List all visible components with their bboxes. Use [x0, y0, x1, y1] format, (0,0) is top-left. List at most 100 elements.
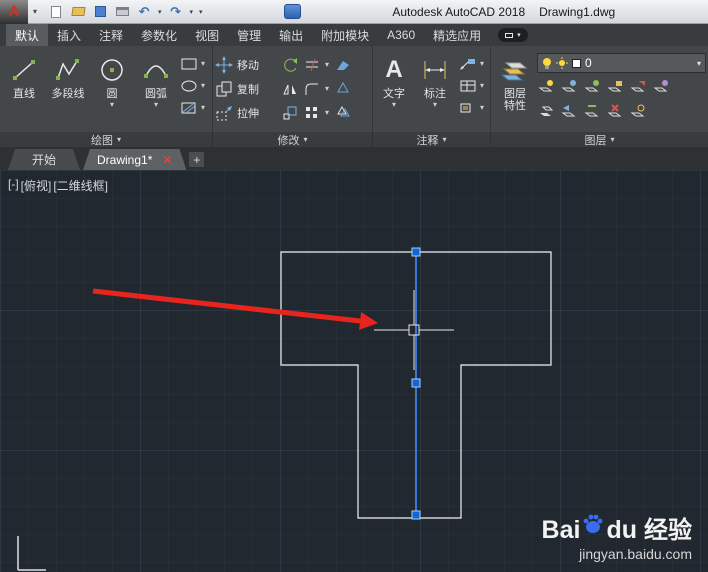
layer-settings-button[interactable]: [629, 102, 647, 120]
new-file-button[interactable]: [48, 4, 64, 20]
ucs-icon[interactable]: [17, 536, 46, 571]
layer-off-button[interactable]: [537, 78, 555, 96]
tab-featured-apps[interactable]: 精选应用: [424, 24, 490, 46]
layer-match-button[interactable]: [629, 78, 647, 96]
application-menu-caret-icon[interactable]: ▾: [33, 7, 37, 16]
redo-caret-icon[interactable]: ▾: [190, 8, 194, 16]
drawing-canvas[interactable]: [-] [俯视] [二维线框] Bai du 经验 jingyan.baidu.…: [0, 170, 708, 572]
qat-customize-caret-icon[interactable]: ▾: [199, 8, 203, 16]
viewport-menu-control[interactable]: [-]: [8, 177, 19, 194]
tab-output[interactable]: 输出: [270, 24, 312, 46]
explode-button[interactable]: [334, 79, 352, 97]
annotate-panel-expand-caret-icon[interactable]: ▾: [442, 135, 446, 144]
mirror-button[interactable]: [281, 80, 299, 98]
copy-button[interactable]: 复制: [215, 79, 281, 99]
layer-dropdown-caret-icon[interactable]: ▾: [697, 59, 701, 68]
ellipse-caret-icon[interactable]: ▾: [201, 82, 205, 90]
modify-panel-expand-caret-icon[interactable]: ▾: [303, 135, 307, 144]
draw-panel-footer[interactable]: 绘图 ▾: [0, 132, 212, 147]
layer-delete-button[interactable]: [606, 102, 624, 120]
scale-button[interactable]: [281, 104, 299, 122]
grip[interactable]: [411, 378, 421, 388]
draw-panel-expand-caret-icon[interactable]: ▾: [117, 135, 121, 144]
trim-button[interactable]: [303, 56, 321, 74]
leader-button[interactable]: ▾: [459, 55, 484, 73]
new-drawing-tab-button[interactable]: +: [189, 152, 205, 167]
file-tab-drawing1[interactable]: Drawing1* ✕: [83, 149, 186, 170]
tab-view[interactable]: 视图: [186, 24, 228, 46]
modify-panel-footer[interactable]: 修改 ▾: [212, 132, 372, 147]
annotation-style-caret-icon[interactable]: ▾: [480, 104, 484, 112]
hatch-caret-icon[interactable]: ▾: [201, 104, 205, 112]
tab-home[interactable]: 默认: [6, 24, 49, 46]
line-button[interactable]: 直线: [2, 49, 46, 130]
layer-freeze-button[interactable]: [583, 78, 601, 96]
grip[interactable]: [411, 247, 421, 257]
text-button[interactable]: A 文字 ▾: [375, 49, 413, 130]
rotate-icon: [284, 58, 297, 72]
arc-flyout-caret-icon[interactable]: ▾: [154, 101, 158, 109]
layers-panel-footer[interactable]: 图层 ▾: [490, 132, 708, 147]
circle-flyout-caret-icon[interactable]: ▾: [110, 101, 114, 109]
baidu-jingyan-watermark: Bai du 经验 jingyan.baidu.com: [542, 513, 692, 562]
array-caret-icon[interactable]: ▾: [325, 109, 329, 117]
tab-annotate[interactable]: 注释: [90, 24, 132, 46]
tab-manage[interactable]: 管理: [228, 24, 270, 46]
tab-a360[interactable]: A360: [378, 24, 424, 46]
text-caret-icon[interactable]: ▾: [392, 101, 396, 109]
layer-previous-button[interactable]: [560, 102, 578, 120]
save-button[interactable]: [92, 4, 108, 20]
rectangle-button[interactable]: ▾: [180, 55, 205, 73]
table-button[interactable]: ▾: [459, 77, 484, 95]
visual-style-control[interactable]: [二维线框]: [53, 177, 108, 194]
file-tab-start[interactable]: 开始: [8, 149, 80, 170]
fillet-button[interactable]: [303, 80, 321, 98]
trim-caret-icon[interactable]: ▾: [325, 61, 329, 69]
layer-dropdown[interactable]: 0 ▾: [537, 53, 706, 73]
tab-addins[interactable]: 附加模块: [312, 24, 378, 46]
ellipse-button[interactable]: ▾: [180, 77, 205, 95]
layers-panel-expand-caret-icon[interactable]: ▾: [610, 135, 614, 144]
annotation-style-icon: [460, 103, 471, 113]
annotate-panel-footer[interactable]: 注释 ▾: [372, 132, 490, 147]
dimension-icon: [421, 53, 449, 87]
offset-button[interactable]: [334, 102, 352, 120]
move-button[interactable]: 移动: [215, 55, 281, 75]
a360-icon[interactable]: [283, 4, 301, 19]
table-caret-icon[interactable]: ▾: [480, 82, 484, 90]
polyline-button[interactable]: 多段线: [46, 49, 90, 130]
application-menu-button[interactable]: A: [0, 0, 28, 24]
array-button[interactable]: [303, 104, 321, 122]
tab-parametric[interactable]: 参数化: [132, 24, 186, 46]
close-tab-icon[interactable]: ✕: [162, 153, 172, 167]
rotate-button[interactable]: [281, 56, 299, 74]
layer-merge-button[interactable]: [583, 102, 601, 120]
layer-properties-button[interactable]: 图层特性: [493, 49, 537, 130]
ribbon-display-toggle[interactable]: ▾: [498, 28, 528, 42]
hatch-button[interactable]: ▾: [180, 99, 205, 117]
polyline-label: 多段线: [51, 88, 85, 100]
layer-make-current-button[interactable]: [537, 102, 555, 120]
fillet-caret-icon[interactable]: ▾: [325, 85, 329, 93]
undo-button[interactable]: ↶: [136, 4, 152, 20]
open-file-button[interactable]: [70, 4, 86, 20]
arc-button[interactable]: 圆弧 ▾: [134, 49, 178, 130]
stretch-button[interactable]: 拉伸: [215, 103, 281, 123]
leader-caret-icon[interactable]: ▾: [480, 60, 484, 68]
layer-isolate-button[interactable]: [560, 78, 578, 96]
layer-lock-button[interactable]: [606, 78, 624, 96]
layer-walk-button[interactable]: [652, 78, 670, 96]
circle-button[interactable]: 圆 ▾: [90, 49, 134, 130]
dimension-button[interactable]: 标注 ▾: [413, 49, 457, 130]
erase-button[interactable]: [334, 56, 352, 74]
view-control[interactable]: [俯视]: [21, 177, 52, 194]
annotation-style-button[interactable]: ▾: [459, 99, 484, 117]
plot-button[interactable]: [114, 4, 130, 20]
table-icon: [460, 80, 476, 92]
dimension-caret-icon[interactable]: ▾: [433, 101, 437, 109]
rectangle-caret-icon[interactable]: ▾: [201, 60, 205, 68]
undo-caret-icon[interactable]: ▾: [158, 8, 162, 16]
grip[interactable]: [411, 510, 421, 520]
redo-button[interactable]: ↷: [168, 4, 184, 20]
tab-insert[interactable]: 插入: [48, 24, 90, 46]
